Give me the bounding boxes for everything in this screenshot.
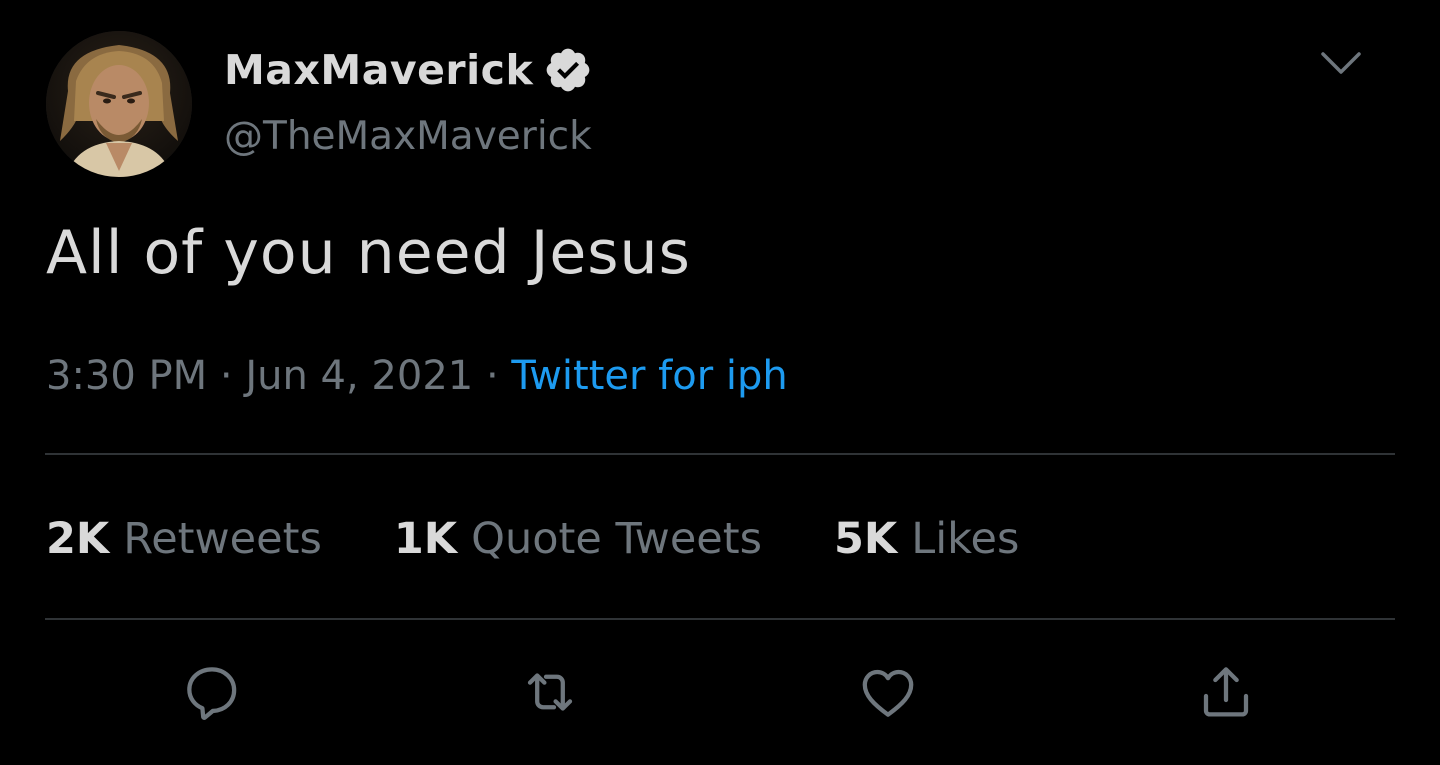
avatar-image xyxy=(46,31,192,177)
retweet-button[interactable] xyxy=(518,660,582,724)
likes-count: 5K xyxy=(834,514,898,564)
retweets-label: Retweets xyxy=(123,514,322,564)
heart-icon xyxy=(862,669,914,717)
tweet-text: All of you need Jesus xyxy=(46,218,691,288)
avatar[interactable] xyxy=(46,31,192,177)
divider xyxy=(45,453,1395,455)
verified-badge-icon xyxy=(543,45,593,95)
quote-tweets-count: 1K xyxy=(393,514,458,564)
tweet-time[interactable]: 3:30 PM xyxy=(46,353,207,399)
user-handle[interactable]: @TheMaxMaverick xyxy=(224,112,592,162)
tweet-detail: MaxMaverick @TheMaxMaverick All of you n… xyxy=(0,0,1440,765)
reply-icon xyxy=(187,667,237,720)
divider xyxy=(45,618,1395,620)
reply-button[interactable] xyxy=(180,660,244,724)
like-button[interactable] xyxy=(856,660,920,724)
meta-separator: · xyxy=(485,353,512,399)
display-name[interactable]: MaxMaverick xyxy=(224,44,533,96)
tweet-stats: 2K Retweets 1K Quote Tweets 5K Likes xyxy=(46,512,1091,566)
share-icon xyxy=(1203,667,1249,717)
quote-tweets-stat[interactable]: 1K Quote Tweets xyxy=(394,512,762,566)
likes-stat[interactable]: 5K Likes xyxy=(834,512,1019,566)
tweet-date[interactable]: Jun 4, 2021 xyxy=(245,353,473,399)
share-button[interactable] xyxy=(1194,660,1258,724)
quote-tweets-label: Quote Tweets xyxy=(471,514,762,564)
retweet-icon xyxy=(527,673,573,711)
retweets-stat[interactable]: 2K Retweets xyxy=(46,512,322,566)
more-options-chevron-down-icon[interactable] xyxy=(1318,46,1364,82)
tweet-source-link[interactable]: Twitter for iph xyxy=(511,353,787,399)
likes-label: Likes xyxy=(911,514,1020,564)
tweet-meta: 3:30 PM · Jun 4, 2021 · Twitter for iph xyxy=(46,350,788,402)
meta-separator: · xyxy=(219,353,246,399)
retweets-count: 2K xyxy=(46,514,110,564)
display-name-row[interactable]: MaxMaverick xyxy=(224,44,593,96)
